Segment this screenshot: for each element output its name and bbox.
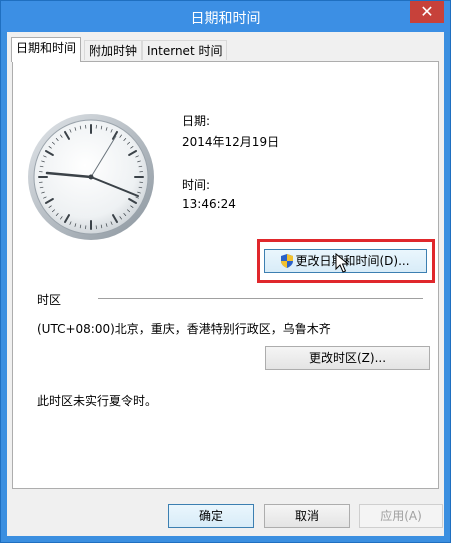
cancel-button[interactable]: 取消 (264, 504, 350, 528)
uac-shield-icon (281, 254, 294, 268)
date-value: 2014年12月19日 (182, 135, 280, 149)
dialog-client: 日期和时间 附加时钟 Internet 时间 日期: 2014年12月19日 时… (7, 32, 444, 536)
close-button[interactable]: ✕ (410, 1, 444, 23)
change-date-time-label: 更改日期和时间(D)... (295, 254, 410, 268)
mouse-cursor-icon (335, 253, 349, 273)
tab-internet-time[interactable]: Internet 时间 (142, 40, 228, 60)
close-icon: ✕ (420, 2, 434, 21)
tab-date-time[interactable]: 日期和时间 (11, 37, 82, 62)
tab-panel: 日期: 2014年12月19日 时间: 13:46:24 更改日期和时间(D).… (12, 61, 439, 489)
time-value: 13:46:24 (182, 197, 236, 211)
tab-additional-clocks[interactable]: 附加时钟 (84, 40, 143, 60)
timezone-section-label: 时区 (37, 293, 62, 307)
analog-clock (28, 114, 154, 240)
change-timezone-button[interactable]: 更改时区(Z)... (265, 346, 430, 370)
timezone-divider (98, 298, 423, 299)
dialog-window: 日期和时间 ✕ 日期和时间 附加时钟 Internet 时间 日期: 2014年… (0, 0, 451, 543)
time-label: 时间: (182, 178, 211, 192)
title-bar[interactable]: 日期和时间 ✕ (1, 1, 450, 32)
timezone-value: (UTC+08:00)北京，重庆，香港特别行政区，乌鲁木齐 (37, 322, 331, 336)
apply-button[interactable]: 应用(A) (359, 504, 443, 528)
date-label: 日期: (182, 114, 211, 128)
ok-button[interactable]: 确定 (168, 504, 254, 528)
dst-note: 此时区未实行夏令时。 (37, 394, 158, 408)
window-title: 日期和时间 (190, 11, 261, 27)
